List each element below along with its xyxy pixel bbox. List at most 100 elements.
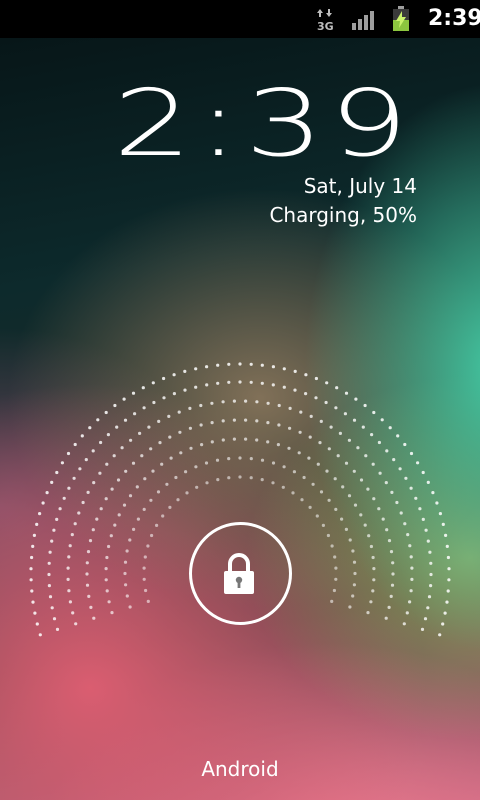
unlock-dot <box>244 437 248 441</box>
unlock-dot <box>96 418 100 422</box>
unlock-dot <box>50 606 54 610</box>
unlock-dot <box>441 622 445 626</box>
unlock-dot <box>363 523 367 527</box>
unlock-dot <box>367 534 371 538</box>
unlock-dot <box>316 462 320 466</box>
unlock-dot <box>227 457 231 461</box>
unlock-dot <box>377 440 381 445</box>
unlock-dot <box>132 527 136 532</box>
unlock-dot <box>353 503 358 507</box>
unlock-dot <box>185 491 189 495</box>
unlock-dot <box>205 383 209 387</box>
unlock-dot <box>135 485 139 489</box>
unlock-dot <box>80 434 84 438</box>
unlock-dot <box>205 481 209 485</box>
unlock-dot <box>314 396 318 400</box>
unlock-dot <box>378 471 382 475</box>
unlock-dot <box>128 605 132 609</box>
unlock-dot <box>105 589 109 593</box>
unlock-dot <box>334 566 338 570</box>
unlock-dot <box>125 594 129 598</box>
unlock-dot <box>318 441 322 445</box>
unlock-dot <box>227 380 231 384</box>
unlock-dot <box>421 517 425 522</box>
unlock-dot <box>327 447 331 451</box>
unlock-dot <box>352 418 357 422</box>
unlock-dot <box>210 401 214 405</box>
unlock-dot <box>221 438 225 442</box>
unlock-dot <box>292 470 296 474</box>
unlock-dot <box>238 456 242 460</box>
unlock-dot <box>141 386 145 390</box>
unlock-dot <box>445 544 449 549</box>
unlock-dot <box>38 633 42 637</box>
unlock-dot <box>184 470 188 474</box>
unlock-dot <box>47 584 52 588</box>
unlock-dot <box>410 566 414 570</box>
unlock-dot <box>205 365 209 369</box>
unlock-dot <box>369 544 373 549</box>
unlock-dot <box>45 491 49 495</box>
unlock-dot <box>35 622 39 626</box>
unlock-dot <box>447 578 451 582</box>
unlock-dot <box>399 511 403 515</box>
unlock-dot <box>298 430 302 434</box>
carrier-label: Android <box>201 757 279 781</box>
unlock-dot <box>356 446 360 450</box>
unlock-dot <box>418 507 422 511</box>
unlock-dot <box>143 477 147 481</box>
unlock-dot <box>48 595 53 599</box>
unlock-dot <box>179 451 183 455</box>
unlock-dot <box>104 410 108 415</box>
unlock-dot <box>58 507 62 511</box>
unlock-dot <box>89 605 93 610</box>
unlock-dot <box>311 482 315 486</box>
unlock-dot <box>138 431 142 435</box>
unlock-dot <box>372 497 376 501</box>
unlock-dot <box>88 539 93 543</box>
unlock-dot <box>336 454 340 458</box>
unlock-dot <box>128 494 133 498</box>
unlock-dot <box>146 544 150 548</box>
unlock-dot <box>67 486 71 490</box>
unlock-dot <box>72 476 76 480</box>
unlock-dot <box>304 392 308 396</box>
unlock-dot <box>446 555 450 560</box>
unlock-dot <box>150 533 154 538</box>
unlock-dot <box>429 572 433 577</box>
unlock-dot <box>370 433 374 437</box>
unlock-dot <box>324 400 328 405</box>
unlock-dot <box>112 454 116 458</box>
unlock-dot <box>409 589 413 593</box>
unlock-dot <box>288 406 292 410</box>
unlock-dot <box>444 533 448 538</box>
unlock-dot <box>227 362 231 366</box>
unlock-dot <box>30 555 34 560</box>
unlock-dot <box>277 423 281 427</box>
unlock-dot <box>122 397 126 401</box>
unlock-dot <box>78 467 82 471</box>
unlock-dot <box>91 449 95 453</box>
unlock-dot <box>110 487 114 491</box>
unlock-dot <box>77 511 81 515</box>
unlock-dot <box>325 469 329 473</box>
unlock-dot <box>426 480 430 484</box>
unlock-dot <box>88 426 92 430</box>
unlock-dot <box>125 549 129 553</box>
unlock-dot <box>157 419 161 423</box>
unlock-dot <box>68 544 72 548</box>
unlock-dot <box>266 440 270 444</box>
unlock-dot <box>32 533 37 538</box>
unlock-dot <box>443 611 447 615</box>
unlock-dot <box>347 438 351 442</box>
unlock-dot <box>385 528 389 532</box>
unlock-dot <box>255 438 259 442</box>
unlock-dot <box>410 577 414 582</box>
unlock-dot <box>287 446 291 450</box>
unlock-dot <box>409 451 414 456</box>
unlock-dot <box>116 478 121 482</box>
unlock-dot <box>189 446 193 450</box>
unlock-dot <box>409 486 413 490</box>
unlock-dot <box>319 490 324 494</box>
unlock-dot <box>431 491 435 495</box>
